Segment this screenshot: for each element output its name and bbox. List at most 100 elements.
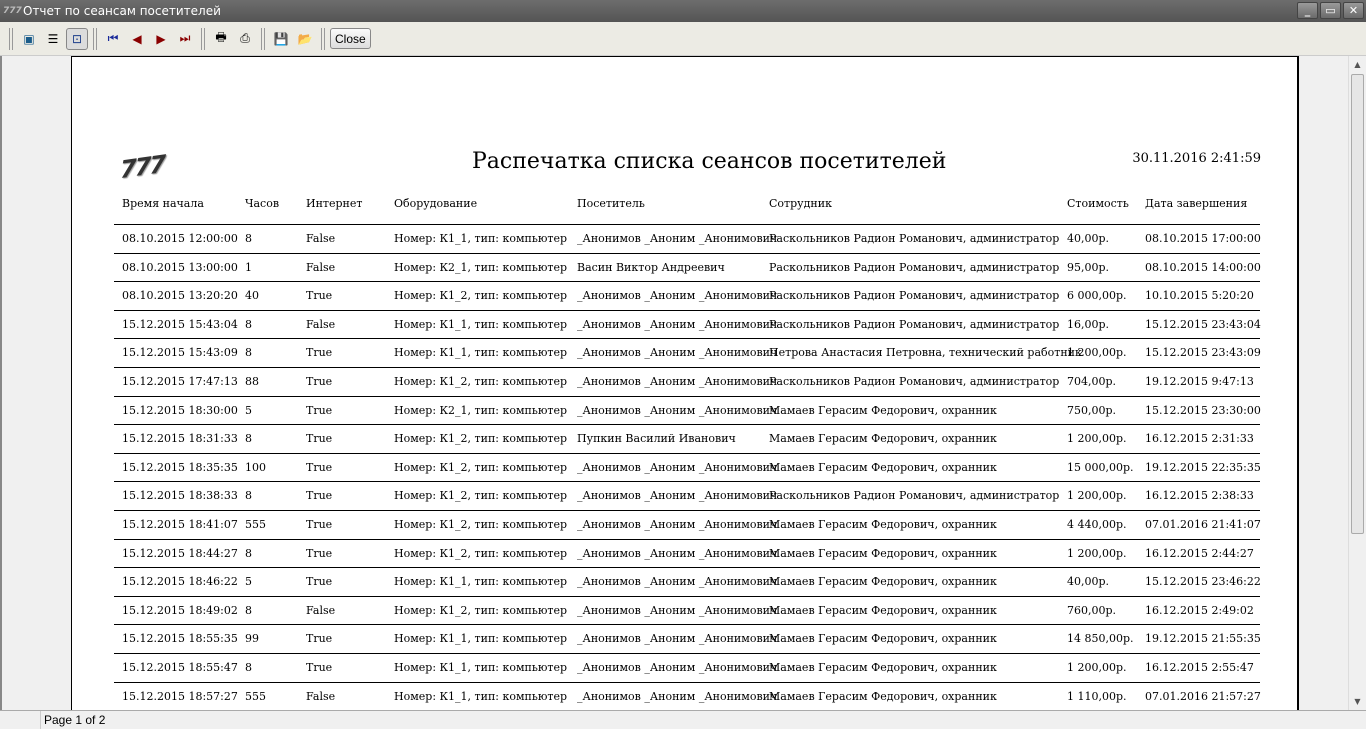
report-title: Распечатка списка сеансов посетителей: [472, 149, 947, 174]
table-row: 15.12.2015 18:55:35 99 True Номер: К1_1, ти…: [114, 625, 1261, 654]
cell-visitor: _Анонимов _Аноним _Анонимович: [577, 689, 778, 703]
cell-equipment: Номер: К1_1, тип: компьютер: [394, 317, 568, 331]
cell-employee: Мамаев Герасим Федорович, охранник: [769, 518, 997, 531]
open-icon[interactable]: 📂: [294, 28, 316, 50]
cell-internet: True: [306, 375, 333, 388]
cell-employee: Мамаев Герасим Федорович, охранник: [769, 689, 997, 703]
title-bar: 777 Отчет по сеансам посетителей _ ▭ ✕: [0, 0, 1366, 22]
cell-start-time: 08.10.2015 13:00:00: [122, 260, 238, 274]
page-width-icon[interactable]: ☰: [42, 28, 64, 50]
cell-end-time: 16.12.2015 2:55:47: [1145, 661, 1254, 674]
cell-visitor: _Анонимов _Аноним _Анонимович: [577, 460, 778, 474]
cell-internet: True: [306, 432, 333, 446]
scroll-thumb[interactable]: [1351, 74, 1364, 534]
cell-end-time: 16.12.2015 2:49:02: [1145, 603, 1254, 617]
cell-start-time: 15.12.2015 18:46:22: [122, 575, 238, 589]
cell-internet: True: [306, 346, 333, 360]
cell-cost: 1 200,00р.: [1067, 432, 1127, 446]
logo: 777: [120, 149, 165, 185]
table-row: 15.12.2015 18:49:02 8 False Номер: К1_2, ти…: [114, 597, 1260, 626]
app-icon: 777: [3, 6, 22, 16]
cell-employee: Раскольников Радион Романович, администр…: [769, 260, 1060, 274]
cell-internet: False: [306, 603, 336, 617]
table-row: 08.10.2015 13:00:00 1 False Номер: К2_1, ти…: [114, 254, 1261, 283]
next-page-icon[interactable]: ▶: [150, 28, 172, 50]
cell-cost: 760,00р.: [1067, 603, 1117, 617]
cell-cost: 16,00р.: [1067, 317, 1110, 331]
scroll-down-icon[interactable]: ▼: [1349, 693, 1366, 710]
cell-internet: False: [306, 232, 336, 245]
cell-equipment: Номер: К1_1, тип: компьютер: [394, 346, 568, 360]
cell-hours: 8: [245, 661, 252, 674]
cell-visitor: _Анонимов _Аноним _Анонимович: [577, 575, 778, 589]
cell-visitor: Васин Виктор Андреевич: [577, 260, 725, 274]
cell-hours: 8: [245, 546, 252, 560]
cell-employee: Мамаев Герасим Федорович, охранник: [769, 460, 997, 474]
prev-page-icon[interactable]: ◀: [126, 28, 148, 50]
cell-hours: 555: [245, 689, 266, 703]
cell-equipment: Номер: К2_1, тип: компьютер: [394, 260, 568, 274]
last-page-icon[interactable]: ⏭: [174, 28, 196, 50]
scroll-up-icon[interactable]: ▲: [1349, 56, 1366, 73]
cell-visitor: _Анонимов _Аноним _Анонимович: [577, 375, 778, 388]
cell-start-time: 15.12.2015 18:31:33: [122, 432, 238, 446]
table-row: 15.12.2015 18:30:00 5 True Номер: К2_1, тип…: [114, 397, 1261, 426]
cell-cost: 704,00р.: [1067, 375, 1117, 388]
close-button[interactable]: Close: [330, 28, 371, 49]
cell-internet: True: [306, 460, 333, 474]
cell-end-time: 19.12.2015 9:47:13: [1145, 375, 1254, 388]
cell-visitor: _Анонимов _Аноним _Анонимович: [577, 603, 778, 617]
cell-cost: 1 110,00р.: [1067, 689, 1127, 703]
cell-employee: Раскольников Радион Романович, администр…: [769, 489, 1060, 503]
column-header-cost: Стоимость: [1067, 197, 1129, 210]
cell-internet: False: [306, 689, 336, 703]
cell-visitor: _Анонимов _Аноним _Анонимович: [577, 317, 778, 331]
cell-cost: 1 200,00р.: [1067, 489, 1127, 503]
cell-hours: 8: [245, 232, 252, 245]
minimize-button[interactable]: _: [1297, 2, 1318, 19]
cell-employee: Мамаев Герасим Федорович, охранник: [769, 603, 997, 617]
cell-end-time: 16.12.2015 2:44:27: [1145, 546, 1254, 560]
print-icon[interactable]: ⎙: [234, 28, 256, 50]
cell-end-time: 10.10.2015 5:20:20: [1145, 289, 1254, 303]
cell-employee: Мамаев Герасим Федорович, охранник: [769, 575, 997, 589]
column-header-visitor: Посетитель: [577, 197, 645, 210]
cell-start-time: 08.10.2015 12:00:00: [122, 232, 238, 245]
maximize-button[interactable]: ▭: [1320, 2, 1341, 19]
table-header: Время начала Часов Интернет Оборудование Пос…: [114, 197, 1260, 225]
cell-equipment: Номер: К1_2, тип: компьютер: [394, 432, 568, 446]
cell-internet: True: [306, 546, 333, 560]
cell-internet: True: [306, 403, 333, 417]
table-row: 15.12.2015 15:43:04 8 False Номер: К1_1, ти…: [114, 311, 1261, 340]
close-window-button[interactable]: ✕: [1343, 2, 1364, 19]
cell-cost: 15 000,00р.: [1067, 460, 1134, 474]
cell-visitor: _Анонимов _Аноним _Анонимович: [577, 346, 778, 360]
table-row: 15.12.2015 15:43:09 8 True Номер: К1_1, тип…: [114, 339, 1261, 368]
column-header-internet: Интернет: [306, 197, 363, 210]
cell-hours: 40: [245, 289, 259, 303]
print-setup-icon[interactable]: 🖶: [210, 28, 232, 50]
cell-cost: 4 440,00р.: [1067, 518, 1127, 531]
cell-equipment: Номер: К1_1, тип: компьютер: [394, 632, 568, 646]
whole-page-icon[interactable]: ⊡: [66, 27, 88, 50]
save-icon[interactable]: 💾: [270, 28, 292, 50]
vertical-scrollbar[interactable]: ▲ ▼: [1348, 56, 1366, 710]
cell-end-time: 19.12.2015 21:55:35: [1145, 632, 1261, 646]
cell-employee: Мамаев Герасим Федорович, охранник: [769, 632, 997, 646]
cell-start-time: 15.12.2015 15:43:04: [122, 317, 238, 331]
cell-start-time: 15.12.2015 18:55:47: [122, 661, 238, 674]
cell-end-time: 08.10.2015 14:00:00: [1145, 260, 1261, 274]
table-row: 15.12.2015 17:47:13 88 True Номер: К1_2, ти…: [114, 368, 1260, 397]
table-row: 08.10.2015 13:20:20 40 True Номер: К1_2, ти…: [114, 282, 1260, 311]
column-header-employee: Сотрудник: [769, 197, 832, 210]
cell-visitor: _Анонимов _Аноним _Анонимович: [577, 232, 778, 245]
first-page-icon[interactable]: ⏮: [102, 28, 124, 50]
page-indicator: Page 1 of 2: [40, 711, 105, 729]
cell-start-time: 15.12.2015 18:49:02: [122, 603, 238, 617]
table-row: 15.12.2015 18:57:27 555 False Номер: К1_1, …: [114, 683, 1261, 710]
cell-cost: 1 200,00р.: [1067, 661, 1127, 674]
preview-area: 777 Распечатка списка сеансов посетителе…: [0, 56, 1348, 710]
cell-equipment: Номер: К1_2, тип: компьютер: [394, 375, 568, 388]
column-header-hours: Часов: [245, 197, 280, 210]
single-page-icon[interactable]: ▣: [18, 28, 40, 50]
